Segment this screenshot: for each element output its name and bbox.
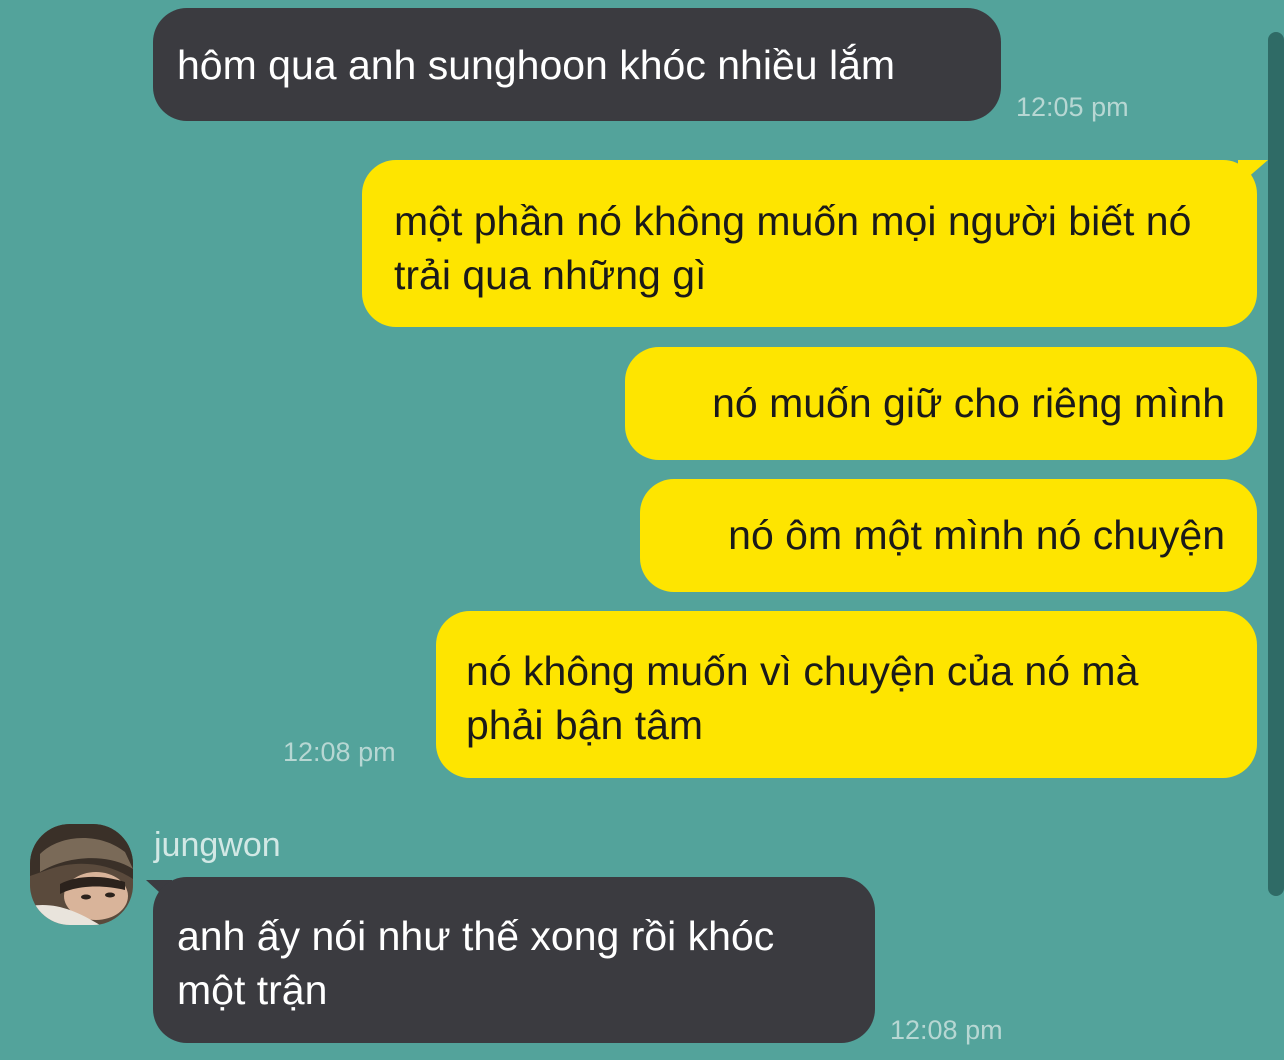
sent-message-bubble[interactable]: một phần nó không muốn mọi người biết nó… [362, 160, 1257, 327]
avatar[interactable] [30, 824, 133, 925]
message-text: nó muốn giữ cho riêng mình [712, 380, 1225, 426]
bubble-tail-right [1238, 160, 1268, 186]
message-timestamp: 12:05 pm [1016, 92, 1129, 122]
scrollbar[interactable] [1268, 32, 1284, 896]
message-text: nó ôm một mình nó chuyện [728, 512, 1225, 558]
avatar-photo [30, 824, 133, 925]
message-text: nó không muốn vì chuyện của nó mà phải b… [466, 648, 1139, 748]
received-message-bubble[interactable]: hôm qua anh sunghoon khóc nhiều lắm [153, 8, 1001, 121]
sent-message-bubble[interactable]: nó ôm một mình nó chuyện [640, 479, 1257, 592]
message-timestamp: 12:08 pm [283, 737, 396, 767]
message-text: hôm qua anh sunghoon khóc nhiều lắm [177, 42, 896, 88]
message-timestamp: 12:08 pm [890, 1015, 1003, 1045]
sender-name: jungwon [154, 826, 281, 864]
sent-message-bubble[interactable]: nó không muốn vì chuyện của nó mà phải b… [436, 611, 1257, 778]
chat-thread[interactable]: hôm qua anh sunghoon khóc nhiều lắm 12:0… [0, 0, 1284, 1060]
sent-message-bubble[interactable]: nó muốn giữ cho riêng mình [625, 347, 1257, 460]
message-text: một phần nó không muốn mọi người biết nó… [394, 198, 1192, 298]
message-text: anh ấy nói như thế xong rồi khóc một trậ… [177, 913, 775, 1013]
received-message-bubble[interactable]: anh ấy nói như thế xong rồi khóc một trậ… [153, 877, 875, 1043]
